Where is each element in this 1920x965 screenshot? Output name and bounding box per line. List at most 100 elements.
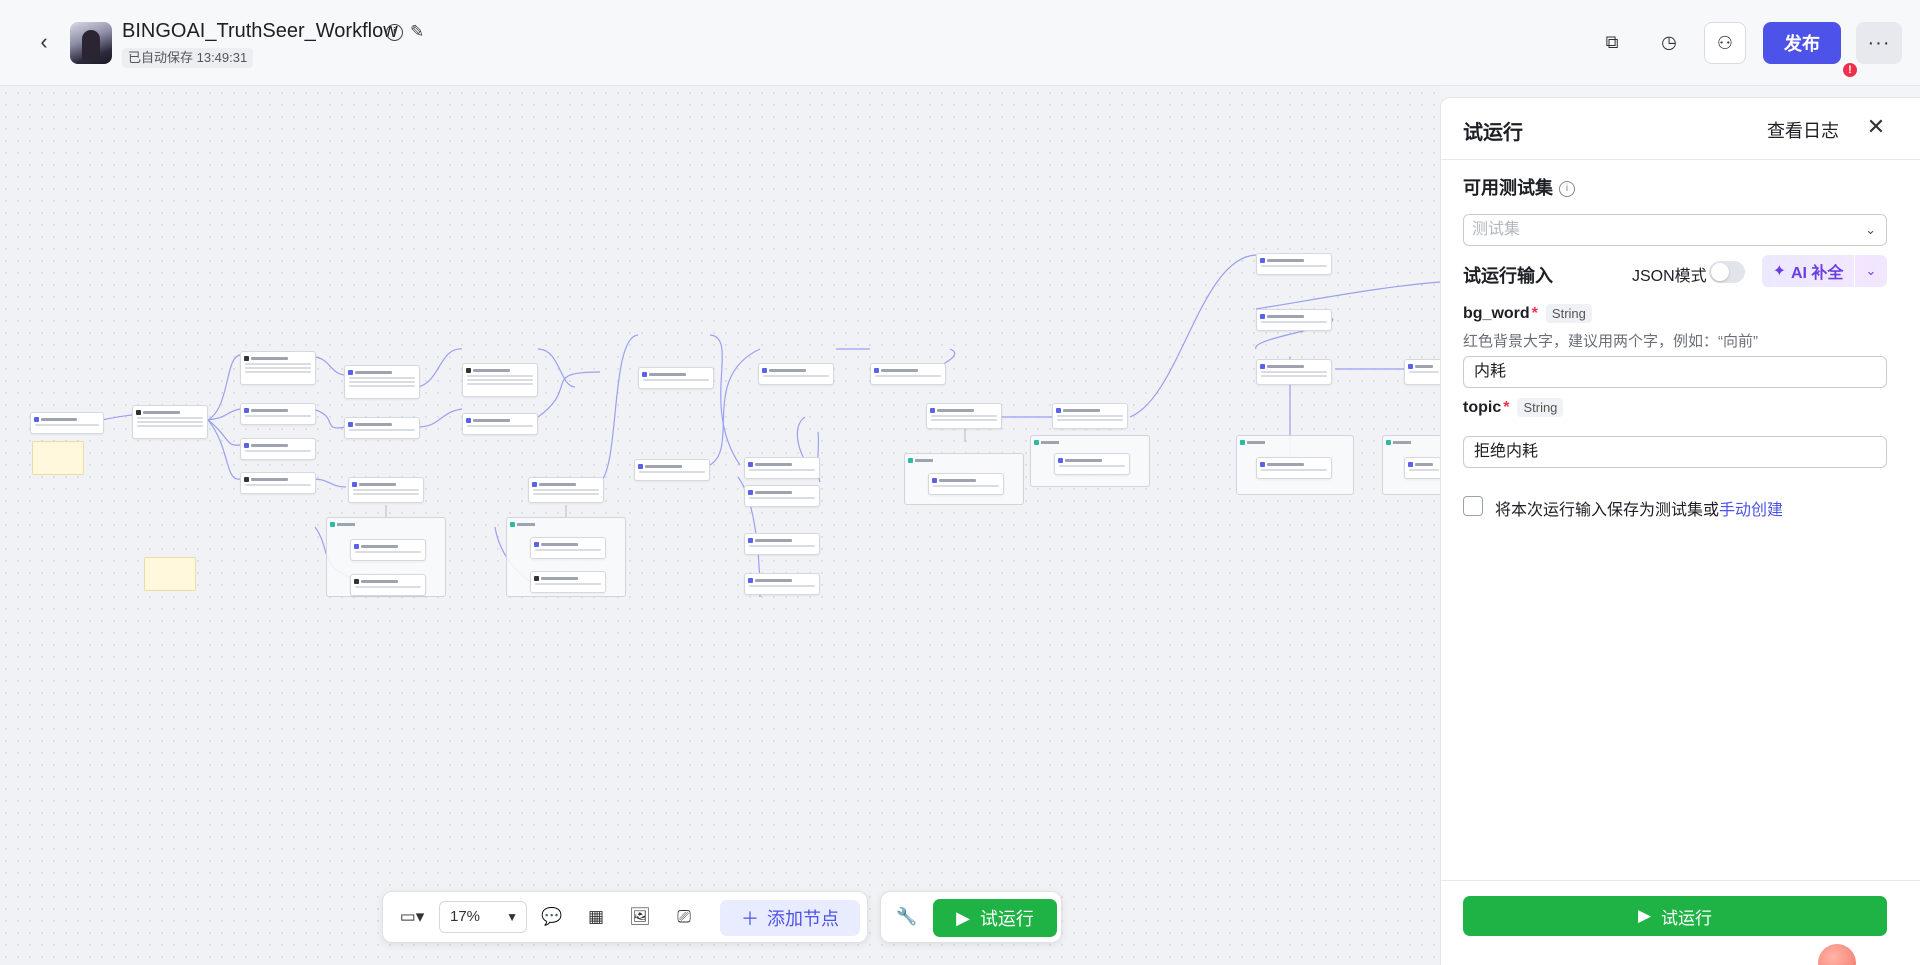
required-mark: * — [1531, 304, 1538, 322]
field-topic-label-row: topic * String — [1463, 398, 1564, 417]
publish-button[interactable]: 发布 — [1763, 22, 1841, 64]
close-icon[interactable]: ✕ — [1861, 112, 1891, 142]
sticky-note[interactable] — [144, 557, 196, 591]
view-log-link[interactable]: 查看日志 — [1767, 117, 1839, 143]
play-icon: ▶ — [1637, 906, 1652, 925]
workflow-node[interactable] — [240, 403, 316, 425]
workflow-node[interactable] — [634, 459, 710, 481]
workflow-node[interactable] — [462, 363, 538, 397]
workflow-node[interactable] — [1256, 359, 1332, 385]
zoom-select[interactable]: 17% ▼ — [439, 901, 527, 933]
add-node-label: 添加节点 — [767, 909, 839, 929]
sticky-note[interactable] — [32, 441, 84, 475]
workflow-node[interactable] — [528, 477, 604, 503]
test-run-panel: 试运行 查看日志 ✕ 可用测试集 i 测试集 ⌄ 试运行输入 JSON模式 ✦ AI… — [1440, 97, 1920, 965]
workflow-node[interactable] — [870, 363, 946, 385]
play-icon: ▶ — [956, 907, 970, 928]
workflow-node[interactable] — [744, 485, 820, 507]
chevron-down-icon[interactable]: ⌄ — [1855, 263, 1887, 279]
workflow-node[interactable] — [132, 405, 208, 439]
workflow-node[interactable] — [744, 533, 820, 555]
divider — [1441, 880, 1920, 881]
workflow-node[interactable] — [350, 574, 426, 596]
workflow-node[interactable] — [240, 351, 316, 385]
type-tag: String — [1517, 398, 1564, 417]
bg-word-input[interactable]: 内耗 — [1463, 356, 1887, 388]
comment-icon[interactable]: 💬 — [535, 900, 569, 934]
workflow-node[interactable] — [344, 417, 420, 439]
workflow-node[interactable] — [462, 413, 538, 435]
run-toolbar: 🔧 ▶ 试运行 — [880, 891, 1062, 943]
image-icon[interactable]: 🖼 — [623, 900, 657, 934]
panel-test-run-label: 试运行 — [1661, 908, 1713, 928]
back-icon[interactable]: ‹ — [30, 28, 58, 56]
save-testset-label: 将本次运行输入保存为测试集或 — [1495, 502, 1720, 519]
workflow-node[interactable] — [758, 363, 834, 385]
workflow-node[interactable] — [744, 457, 820, 479]
alert-badge[interactable]: ! — [1841, 61, 1859, 79]
testset-select[interactable]: 测试集 ⌄ — [1463, 214, 1887, 246]
json-mode-label: JSON模式 — [1632, 268, 1707, 285]
info-icon[interactable]: i — [1559, 181, 1575, 198]
ai-fill-label: AI 补全 — [1790, 265, 1844, 282]
panel-title: 试运行 — [1463, 122, 1523, 144]
add-node-button[interactable]: ＋ 添加节点 — [720, 900, 860, 936]
history-icon[interactable]: ◷ — [1651, 24, 1687, 60]
workflow-node[interactable] — [1052, 403, 1128, 429]
edit-icon[interactable]: ✎ — [410, 22, 430, 42]
more-icon[interactable]: ··· — [1856, 22, 1902, 64]
connection-lines — [71, 254, 1440, 598]
chevron-down-icon: ▼ — [506, 910, 518, 924]
save-testset-checkbox[interactable] — [1463, 496, 1483, 516]
divider — [1441, 159, 1920, 160]
json-mode-toggle[interactable] — [1709, 261, 1745, 283]
minimap-icon[interactable]: ▭▾ — [391, 900, 433, 934]
workflow-canvas[interactable] — [0, 87, 1440, 965]
workflow-node[interactable] — [530, 537, 606, 559]
workflow-node[interactable] — [744, 573, 820, 595]
field-description: 红色背景大字，建议用两个字，例如：“向前” — [1463, 333, 1758, 350]
chevron-down-icon: ⌄ — [1865, 222, 1876, 237]
workflow-node[interactable] — [926, 403, 1002, 429]
workflow-node[interactable] — [1256, 309, 1332, 331]
manual-create-link[interactable]: 手动创建 — [1719, 502, 1783, 519]
workflow-node[interactable] — [240, 438, 316, 460]
info-icon[interactable]: i — [386, 24, 403, 41]
workflow-header: ‹ BINGOAI_TruthSeer_Workflow i ✎ 已自动保存 1… — [0, 0, 1920, 86]
workflow-node-start[interactable] — [30, 412, 104, 434]
workflow-node[interactable] — [928, 473, 1004, 495]
required-mark: * — [1503, 398, 1510, 416]
testset-label: 可用测试集 — [1463, 178, 1553, 198]
workflow-node[interactable] — [1404, 457, 1440, 479]
copy-icon[interactable]: ⧉ — [1594, 24, 1630, 60]
workflow-node[interactable] — [530, 571, 606, 593]
screenshot-icon[interactable]: ⎚ — [667, 900, 701, 934]
field-bg-word-header: bg_word * String — [1463, 304, 1592, 323]
workflow-node[interactable] — [344, 365, 420, 399]
ai-fill-button[interactable]: ✦ AI 补全 ⌄ — [1762, 255, 1887, 287]
workflow-node[interactable] — [1256, 253, 1332, 275]
input-section-label: 试运行输入 — [1463, 266, 1553, 286]
workflow-title: BINGOAI_TruthSeer_Workflow — [122, 20, 398, 42]
wrench-icon[interactable]: 🔧 — [889, 900, 925, 934]
workflow-node[interactable] — [1404, 359, 1440, 385]
workflow-avatar — [70, 22, 112, 64]
test-run-button[interactable]: ▶ 试运行 — [933, 899, 1057, 937]
workflow-node[interactable] — [240, 472, 316, 494]
test-run-label: 试运行 — [979, 909, 1034, 929]
layout-icon[interactable]: ▦ — [579, 900, 613, 934]
collaborators-icon[interactable]: ⚇ — [1704, 22, 1746, 64]
testset-placeholder: 测试集 — [1472, 221, 1521, 238]
canvas-toolbar: ▭▾ 17% ▼ 💬 ▦ 🖼 ⎚ ＋ 添加节点 — [382, 891, 868, 943]
workflow-node[interactable] — [350, 539, 426, 561]
testset-section: 可用测试集 i — [1463, 174, 1575, 200]
workflow-node[interactable] — [348, 477, 424, 503]
workflow-node[interactable] — [1054, 453, 1130, 475]
workflow-node[interactable] — [638, 367, 714, 389]
autosave-status: 已自动保存 13:49:31 — [122, 48, 254, 68]
workflow-node[interactable] — [1256, 457, 1332, 479]
topic-input[interactable]: 拒绝内耗 — [1463, 436, 1887, 468]
field-name: topic — [1463, 398, 1502, 416]
field-name: bg_word — [1463, 304, 1530, 322]
panel-test-run-button[interactable]: ▶ 试运行 — [1463, 896, 1887, 936]
